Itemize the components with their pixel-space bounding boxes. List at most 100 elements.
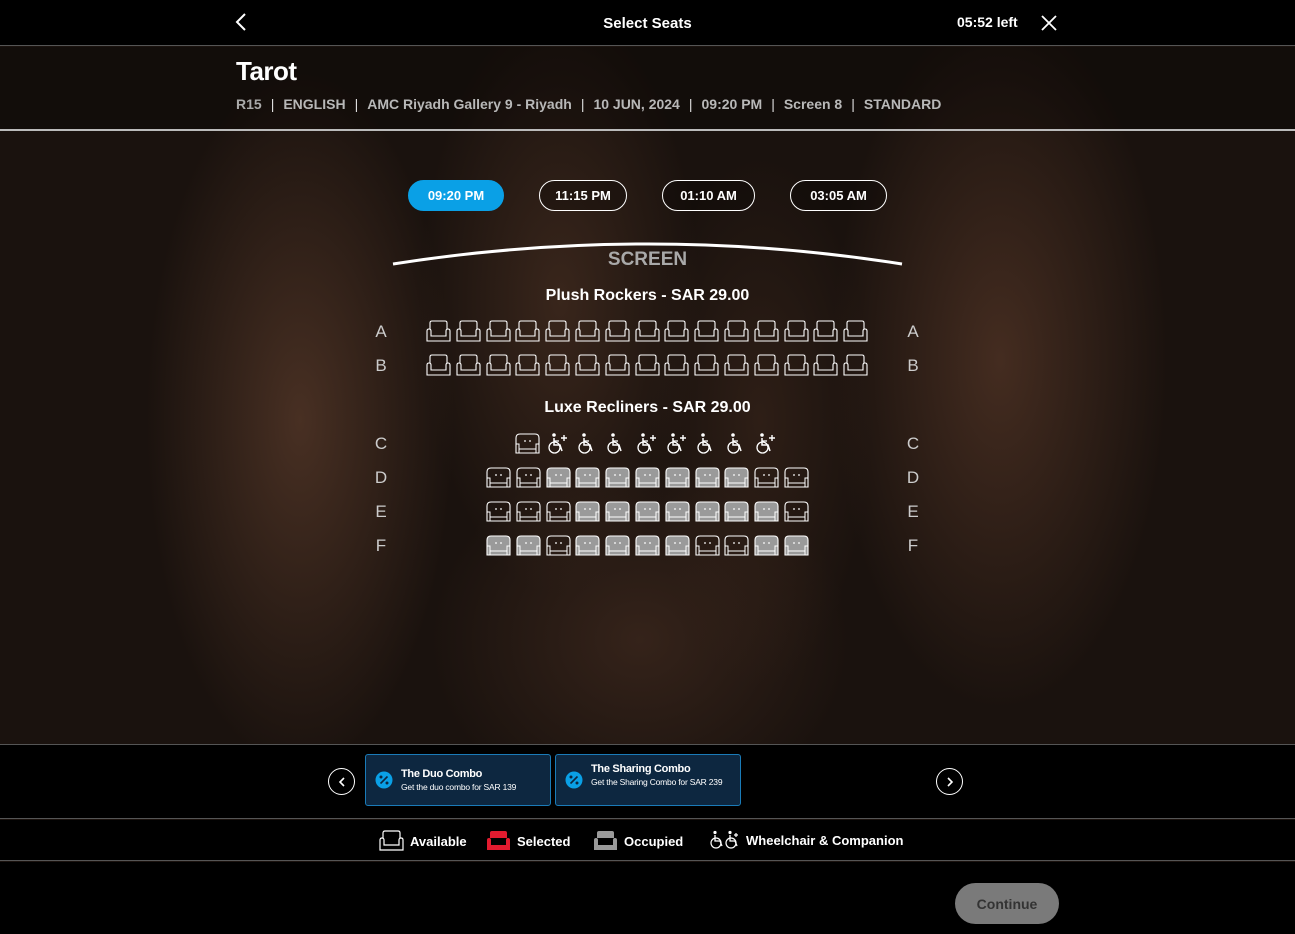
seat-F3-available[interactable] [546, 534, 571, 557]
seat-C8-wheelchair[interactable] [724, 432, 749, 455]
seat-B6-available[interactable] [575, 354, 600, 377]
seat-C2-wheelchair-companion[interactable] [545, 432, 570, 455]
seat-A8-available[interactable] [635, 320, 660, 343]
showtime-button[interactable]: 01:10 AM [662, 180, 755, 211]
seat-B11-available[interactable] [724, 354, 749, 377]
section-title-luxe-recliners: Luxe Recliners - SAR 29.00 [544, 399, 751, 416]
seat-B3-available[interactable] [486, 354, 511, 377]
chevron-left-icon[interactable] [328, 768, 355, 795]
top-bar: Select Seats 05:52 left [0, 0, 1295, 46]
seat-C3-wheelchair[interactable] [575, 432, 600, 455]
seat-E1-available[interactable] [486, 500, 511, 523]
selected-seat-icon [487, 831, 510, 850]
meta-cinema: AMC Riyadh Gallery 9 - Riyadh [367, 96, 572, 112]
combo-description: Get the duo combo for SAR 139 [401, 782, 517, 792]
seat-A14-available[interactable] [813, 320, 838, 343]
chevron-right-icon[interactable] [936, 768, 963, 795]
seat-C4-wheelchair[interactable] [604, 432, 629, 455]
seat-B9-available[interactable] [664, 354, 689, 377]
seat-A10-available[interactable] [694, 320, 719, 343]
row-label-left: C [374, 434, 388, 453]
showtime-button[interactable]: 09:20 PM [408, 180, 504, 211]
seat-F10-occupied [754, 534, 779, 557]
seat-D9-occupied [724, 466, 749, 489]
seat-B5-available[interactable] [545, 354, 570, 377]
seat-B15-available[interactable] [843, 354, 868, 377]
continue-button[interactable]: Continue [955, 883, 1059, 924]
seat-E3-available[interactable] [546, 500, 571, 523]
seat-F1-occupied [486, 534, 511, 557]
seat-F8-available[interactable] [695, 534, 720, 557]
seat-D11-available[interactable] [784, 466, 809, 489]
screen-label: SCREEN [607, 249, 688, 270]
seat-B10-available[interactable] [694, 354, 719, 377]
seat-A6-available[interactable] [575, 320, 600, 343]
movie-header: Tarot R15 | ENGLISH | AMC Riyadh Gallery 9 -… [0, 47, 1295, 131]
combo-card-duo[interactable]: The Duo Combo Get the duo combo for SAR … [365, 754, 551, 806]
meta-format: STANDARD [863, 96, 942, 112]
seat-B2-available[interactable] [456, 354, 481, 377]
seat-A11-available[interactable] [724, 320, 749, 343]
combo-name: The Sharing Combo [591, 763, 691, 775]
seat-D6-occupied [635, 466, 660, 489]
row-label-left: F [375, 536, 387, 555]
seat-B4-available[interactable] [515, 354, 540, 377]
seat-A2-available[interactable] [456, 320, 481, 343]
seat-F9-available[interactable] [724, 534, 749, 557]
seat-B8-available[interactable] [635, 354, 660, 377]
showtime-button[interactable]: 11:15 PM [539, 180, 627, 211]
seat-A12-available[interactable] [754, 320, 779, 343]
seat-D2-available[interactable] [516, 466, 541, 489]
seat-F7-occupied [665, 534, 690, 557]
seat-C7-wheelchair[interactable] [694, 432, 719, 455]
seat-B14-available[interactable] [813, 354, 838, 377]
legend-available-label: Available [410, 833, 467, 849]
seat-B7-available[interactable] [605, 354, 630, 377]
available-seat-icon [379, 830, 404, 851]
seat-B13-available[interactable] [784, 354, 809, 377]
seat-C5-wheelchair-companion[interactable] [634, 432, 659, 455]
row-label-right: C [906, 434, 920, 453]
seat-E11-available[interactable] [784, 500, 809, 523]
seat-D5-occupied [605, 466, 630, 489]
legend-wheelchair: Wheelchair & Companion [710, 830, 903, 850]
meta-time: 09:20 PM [701, 96, 763, 112]
seat-F4-occupied [575, 534, 600, 557]
combo-offers-bar: The Duo Combo Get the duo combo for SAR … [0, 744, 1295, 819]
seat-A15-available[interactable] [843, 320, 868, 343]
seat-C9-wheelchair-companion[interactable] [753, 432, 778, 455]
row-label-left: E [375, 502, 387, 521]
seat-B1-available[interactable] [426, 354, 451, 377]
seat-A1-available[interactable] [426, 320, 451, 343]
seat-C1-available[interactable] [515, 432, 540, 455]
section-title-plush-rockers: Plush Rockers - SAR 29.00 [545, 287, 750, 304]
session-timer: 05:52 left [957, 14, 1018, 30]
seat-E2-available[interactable] [516, 500, 541, 523]
seat-E4-occupied [575, 500, 600, 523]
seat-D10-available[interactable] [754, 466, 779, 489]
movie-meta: R15 | ENGLISH | AMC Riyadh Gallery 9 - Riyad… [236, 96, 942, 112]
meta-date: 10 JUN, 2024 [593, 96, 680, 112]
showtime-button[interactable]: 03:05 AM [790, 180, 887, 211]
showtime-selector: 09:20 PM 11:15 PM 01:10 AM 03:05 AM [0, 180, 1295, 211]
wheelchair-companion-icon [710, 830, 738, 849]
seat-A13-available[interactable] [784, 320, 809, 343]
seat-A5-available[interactable] [545, 320, 570, 343]
close-icon[interactable] [1039, 13, 1059, 33]
seat-A7-available[interactable] [605, 320, 630, 343]
combo-card-sharing[interactable]: The Sharing Combo Get the Sharing Combo … [555, 754, 741, 806]
row-label-right: E [907, 502, 919, 521]
seat-C6-wheelchair-companion[interactable] [664, 432, 689, 455]
seat-A4-available[interactable] [515, 320, 540, 343]
seat-A9-available[interactable] [664, 320, 689, 343]
combo-description: Get the Sharing Combo for SAR 239 [591, 777, 723, 787]
seat-D3-occupied [546, 466, 571, 489]
row-label-right: A [907, 322, 919, 341]
seat-B12-available[interactable] [754, 354, 779, 377]
legend-available: Available [379, 830, 467, 852]
row-label-right: F [907, 536, 919, 555]
seat-A3-available[interactable] [486, 320, 511, 343]
seat-E8-occupied [695, 500, 720, 523]
row-label-left: A [375, 322, 387, 341]
seat-D1-available[interactable] [486, 466, 511, 489]
